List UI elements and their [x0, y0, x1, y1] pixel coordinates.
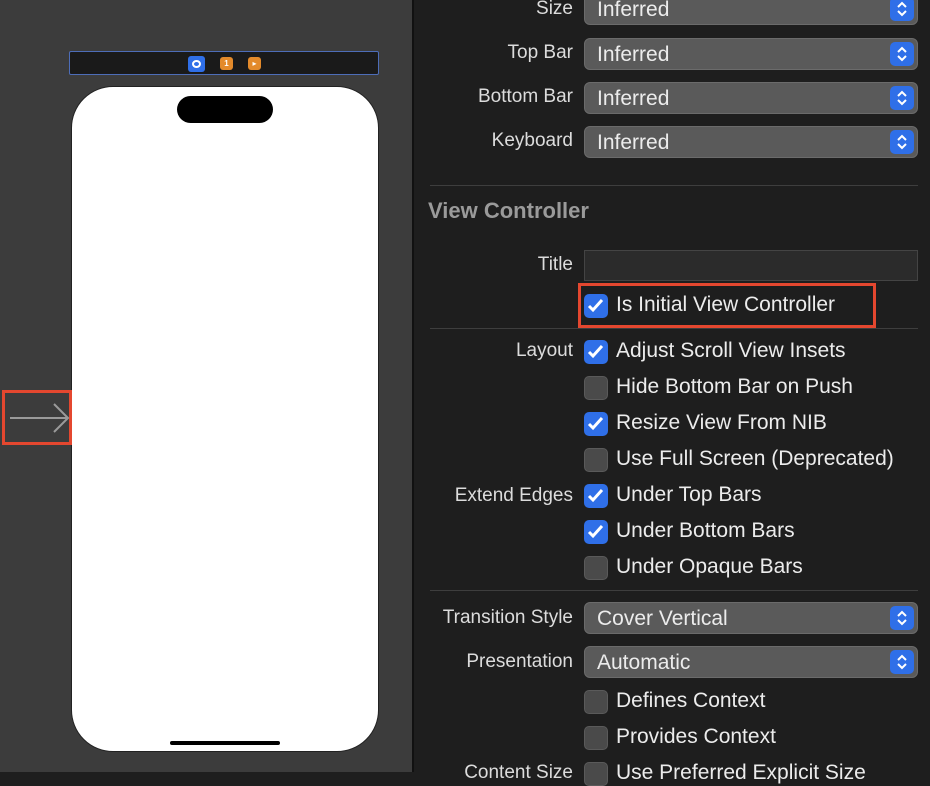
- first-responder-glyph: 1: [224, 59, 229, 68]
- view-controller-scene[interactable]: [71, 86, 379, 752]
- bottom-bar-popup[interactable]: Inferred: [584, 82, 918, 114]
- top-bar-popup[interactable]: Inferred: [584, 38, 918, 70]
- provides-context-label[interactable]: Provides Context: [616, 725, 776, 749]
- bottom-bar-value: Inferred: [597, 87, 670, 110]
- adjust-scroll-insets-checkbox[interactable]: [584, 340, 608, 364]
- under-opaque-bars-checkbox[interactable]: [584, 556, 608, 580]
- dynamic-island: [177, 96, 273, 123]
- under-opaque-bars-label[interactable]: Under Opaque Bars: [616, 555, 803, 579]
- keyboard-label: Keyboard: [491, 130, 573, 151]
- top-bar-value: Inferred: [597, 43, 670, 66]
- chevron-updown-icon: [890, 86, 914, 110]
- keyboard-value: Inferred: [597, 131, 670, 154]
- hide-bottom-bar-checkbox[interactable]: [584, 376, 608, 400]
- under-top-bars-label[interactable]: Under Top Bars: [616, 483, 762, 507]
- bottom-bar-label: Bottom Bar: [477, 86, 573, 107]
- size-popup[interactable]: Inferred: [584, 0, 918, 25]
- attributes-inspector: Size Inferred Top Bar Inferred Bottom Ba…: [414, 0, 930, 786]
- full-screen-label[interactable]: Use Full Screen (Deprecated): [616, 447, 894, 471]
- presentation-popup[interactable]: Automatic: [584, 646, 918, 678]
- defines-context-label[interactable]: Defines Context: [616, 689, 765, 713]
- under-bottom-bars-checkbox[interactable]: [584, 520, 608, 544]
- layout-label: Layout: [515, 340, 573, 361]
- initial-vc-highlight: [578, 283, 876, 328]
- divider: [430, 185, 918, 186]
- chevron-updown-icon: [890, 0, 914, 21]
- resize-from-nib-checkbox[interactable]: [584, 412, 608, 436]
- home-indicator: [170, 741, 280, 745]
- exit-glyph: ▸: [252, 59, 257, 68]
- transition-style-label: Transition Style: [442, 607, 573, 628]
- chevron-updown-icon: [890, 130, 914, 154]
- section-title: View Controller: [428, 198, 589, 223]
- chevron-updown-icon: [890, 650, 914, 674]
- chevron-updown-icon: [890, 606, 914, 630]
- preferred-size-checkbox[interactable]: [584, 762, 608, 786]
- transition-style-popup[interactable]: Cover Vertical: [584, 602, 918, 634]
- initial-entry-point-highlight: [2, 390, 72, 445]
- under-bottom-bars-label[interactable]: Under Bottom Bars: [616, 519, 795, 543]
- view-controller-icon[interactable]: [188, 56, 205, 72]
- top-bar-label: Top Bar: [507, 42, 573, 63]
- full-screen-checkbox[interactable]: [584, 448, 608, 472]
- entry-point-arrow-icon[interactable]: [8, 401, 70, 435]
- scene-dock[interactable]: 1 ▸: [69, 51, 379, 75]
- first-responder-icon[interactable]: 1: [220, 57, 233, 70]
- keyboard-popup[interactable]: Inferred: [584, 126, 918, 158]
- divider: [430, 328, 918, 329]
- title-field[interactable]: [584, 250, 918, 281]
- preferred-size-label[interactable]: Use Preferred Explicit Size: [616, 761, 866, 785]
- presentation-value: Automatic: [597, 651, 691, 674]
- hide-bottom-bar-label[interactable]: Hide Bottom Bar on Push: [616, 375, 853, 399]
- adjust-scroll-insets-label[interactable]: Adjust Scroll View Insets: [616, 339, 846, 363]
- chevron-updown-icon: [890, 42, 914, 66]
- divider: [430, 590, 918, 591]
- transition-style-value: Cover Vertical: [597, 607, 728, 630]
- under-top-bars-checkbox[interactable]: [584, 484, 608, 508]
- size-value: Inferred: [597, 0, 670, 21]
- size-label: Size: [536, 0, 573, 19]
- extend-edges-label: Extend Edges: [454, 485, 573, 506]
- provides-context-checkbox[interactable]: [584, 726, 608, 750]
- content-size-label: Content Size: [464, 762, 573, 783]
- defines-context-checkbox[interactable]: [584, 690, 608, 714]
- resize-from-nib-label[interactable]: Resize View From NIB: [616, 411, 827, 435]
- exit-icon[interactable]: ▸: [248, 57, 261, 70]
- title-label: Title: [537, 254, 573, 275]
- presentation-label: Presentation: [466, 651, 573, 672]
- storyboard-canvas[interactable]: 1 ▸: [0, 0, 412, 772]
